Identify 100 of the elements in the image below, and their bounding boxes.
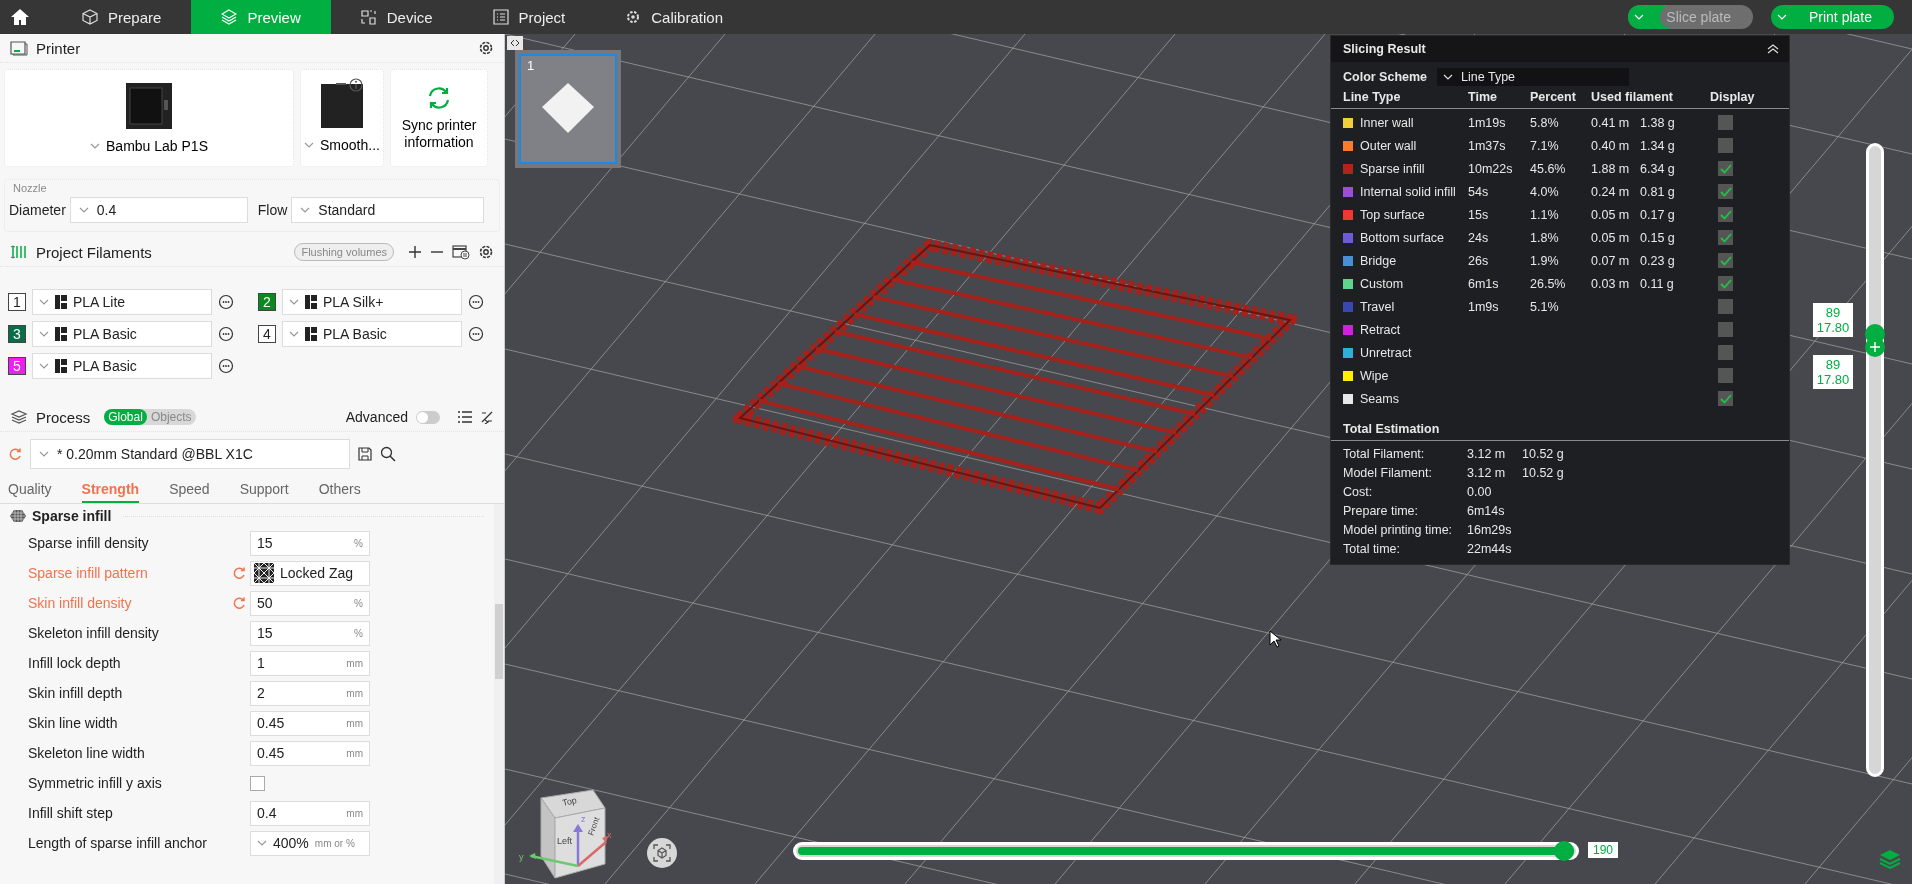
column-header: Percent <box>1530 90 1577 104</box>
filament-number[interactable]: 2 <box>258 293 276 311</box>
table-cell-text: 15s <box>1468 207 1490 222</box>
display-checkbox[interactable] <box>1718 230 1733 245</box>
filament-number[interactable]: 3 <box>8 325 26 343</box>
filament-dropdown[interactable]: PLA Silk+ <box>282 289 462 315</box>
filament-dropdown[interactable]: PLA Basic <box>32 353 212 379</box>
table-cell-text: 1.1% <box>1530 207 1560 222</box>
table-cell-text: 0.05 m <box>1591 207 1631 222</box>
compare-icon[interactable] <box>480 410 494 424</box>
table-cell-text: 5.8% <box>1530 115 1560 130</box>
line-type-name: Retract <box>1360 322 1401 337</box>
more-icon[interactable] <box>468 326 484 342</box>
plate-card[interactable]: Smooth... <box>300 69 384 167</box>
display-checkbox[interactable] <box>1718 207 1733 222</box>
plus-icon[interactable] <box>408 245 422 259</box>
printer-dropdown[interactable]: Bambu Lab P1S <box>90 138 208 154</box>
collapse-icon[interactable] <box>1767 44 1779 54</box>
settings-tab[interactable]: Speed <box>169 478 210 503</box>
number-field[interactable]: 2 mm <box>250 680 370 706</box>
move-slider-handle[interactable] <box>1554 841 1574 861</box>
collapse-button[interactable] <box>507 36 523 50</box>
settings-tab[interactable]: Others <box>318 478 361 503</box>
number-field[interactable]: 15 % <box>250 530 370 556</box>
table-cell-text: 1.38 g <box>1640 115 1676 130</box>
table-cell-text: 0.17 g <box>1640 207 1676 222</box>
sync-button[interactable]: Sync printer information <box>390 69 488 167</box>
display-checkbox[interactable] <box>1718 299 1733 314</box>
more-icon[interactable] <box>218 294 234 310</box>
nav-tab[interactable]: Device <box>330 0 463 34</box>
filament-dropdown[interactable]: PLA Basic <box>32 321 212 347</box>
anchor-dropdown[interactable]: 400% mm or % <box>250 830 370 856</box>
display-checkbox[interactable] <box>1718 184 1733 199</box>
display-checkbox[interactable] <box>1718 276 1733 291</box>
preset-dropdown[interactable]: * 0.20mm Standard @BBL X1C <box>30 439 350 469</box>
settings-icon[interactable] <box>478 40 494 56</box>
reset-icon[interactable] <box>8 447 22 461</box>
filament-number[interactable]: 4 <box>258 325 276 343</box>
display-checkbox[interactable] <box>1718 345 1733 360</box>
diameter-dropdown[interactable]: 0.4 <box>69 197 248 223</box>
display-checkbox[interactable] <box>1718 161 1733 176</box>
search-icon[interactable] <box>380 446 396 462</box>
more-icon[interactable] <box>218 326 234 342</box>
view-cube-drawing[interactable] <box>529 789 608 879</box>
number-field[interactable]: 0.45 mm <box>250 740 370 766</box>
caret-icon <box>39 451 49 457</box>
number-field[interactable]: 50 % <box>250 590 370 616</box>
filament-dropdown[interactable]: PLA Lite <box>32 289 212 315</box>
display-checkbox[interactable] <box>1718 138 1733 153</box>
flow-dropdown[interactable]: Standard <box>291 197 485 223</box>
sync-list-icon[interactable] <box>452 244 470 260</box>
number-field[interactable]: 1 mm <box>250 650 370 676</box>
settings-icon[interactable] <box>478 244 494 260</box>
filament-number[interactable]: 1 <box>8 293 26 311</box>
caret-icon <box>289 331 299 337</box>
spool-icon <box>305 327 317 341</box>
total-value: 10.52 g <box>1522 446 1565 461</box>
line-type-name: Outer wall <box>1360 138 1417 153</box>
settings-tab[interactable]: Quality <box>8 478 52 503</box>
color-scheme-dropdown[interactable]: Line Type <box>1437 68 1630 86</box>
printer-card[interactable]: Bambu Lab P1S <box>4 69 294 167</box>
more-icon[interactable] <box>468 294 484 310</box>
more-icon[interactable] <box>218 358 234 374</box>
display-checkbox[interactable] <box>1718 115 1733 130</box>
settings-tab[interactable]: Support <box>239 478 289 503</box>
display-checkbox[interactable] <box>1718 391 1733 406</box>
plate-dropdown[interactable]: Smooth... <box>304 137 380 153</box>
reset-icon[interactable] <box>232 596 246 610</box>
number-field[interactable]: 0.45 mm <box>250 710 370 736</box>
layers-button[interactable] <box>1879 849 1901 869</box>
nav-tab[interactable]: Project <box>462 0 596 34</box>
table-cell-text: 26s <box>1468 253 1490 268</box>
scrollbar[interactable] <box>494 504 504 884</box>
nav-tab[interactable]: Calibration <box>595 0 753 34</box>
nav-tab[interactable]: Prepare <box>52 0 192 34</box>
display-checkbox[interactable] <box>1718 322 1733 337</box>
reset-icon[interactable] <box>232 566 246 580</box>
plate-thumbnail[interactable]: 1 <box>515 50 621 168</box>
total-value: 6m14s <box>1467 503 1506 518</box>
number-field[interactable]: 0.4 mm <box>250 800 370 826</box>
3d-viewport[interactable] <box>505 34 1912 884</box>
save-icon[interactable] <box>358 447 372 461</box>
checkbox[interactable] <box>250 775 265 791</box>
caret-icon <box>78 207 89 213</box>
sync-icon <box>426 85 452 111</box>
display-checkbox[interactable] <box>1718 253 1733 268</box>
info-icon[interactable] <box>349 78 363 92</box>
table-cell-text: 0.07 m <box>1591 253 1631 268</box>
home-icon[interactable] <box>10 7 30 27</box>
table-cell-text: 1.8% <box>1530 230 1560 245</box>
pattern-dropdown[interactable]: Locked Zag <box>250 560 370 586</box>
table-cell-text: 0.24 m <box>1591 184 1631 199</box>
list-icon[interactable] <box>458 411 472 423</box>
filament-dropdown[interactable]: PLA Basic <box>282 321 462 347</box>
view-button[interactable] <box>647 838 677 868</box>
move-slider-track[interactable] <box>793 842 1579 860</box>
number-field[interactable]: 15 % <box>250 620 370 646</box>
advanced-switch[interactable] <box>416 410 440 424</box>
display-checkbox[interactable] <box>1718 368 1733 383</box>
axis-label: z <box>581 814 586 824</box>
